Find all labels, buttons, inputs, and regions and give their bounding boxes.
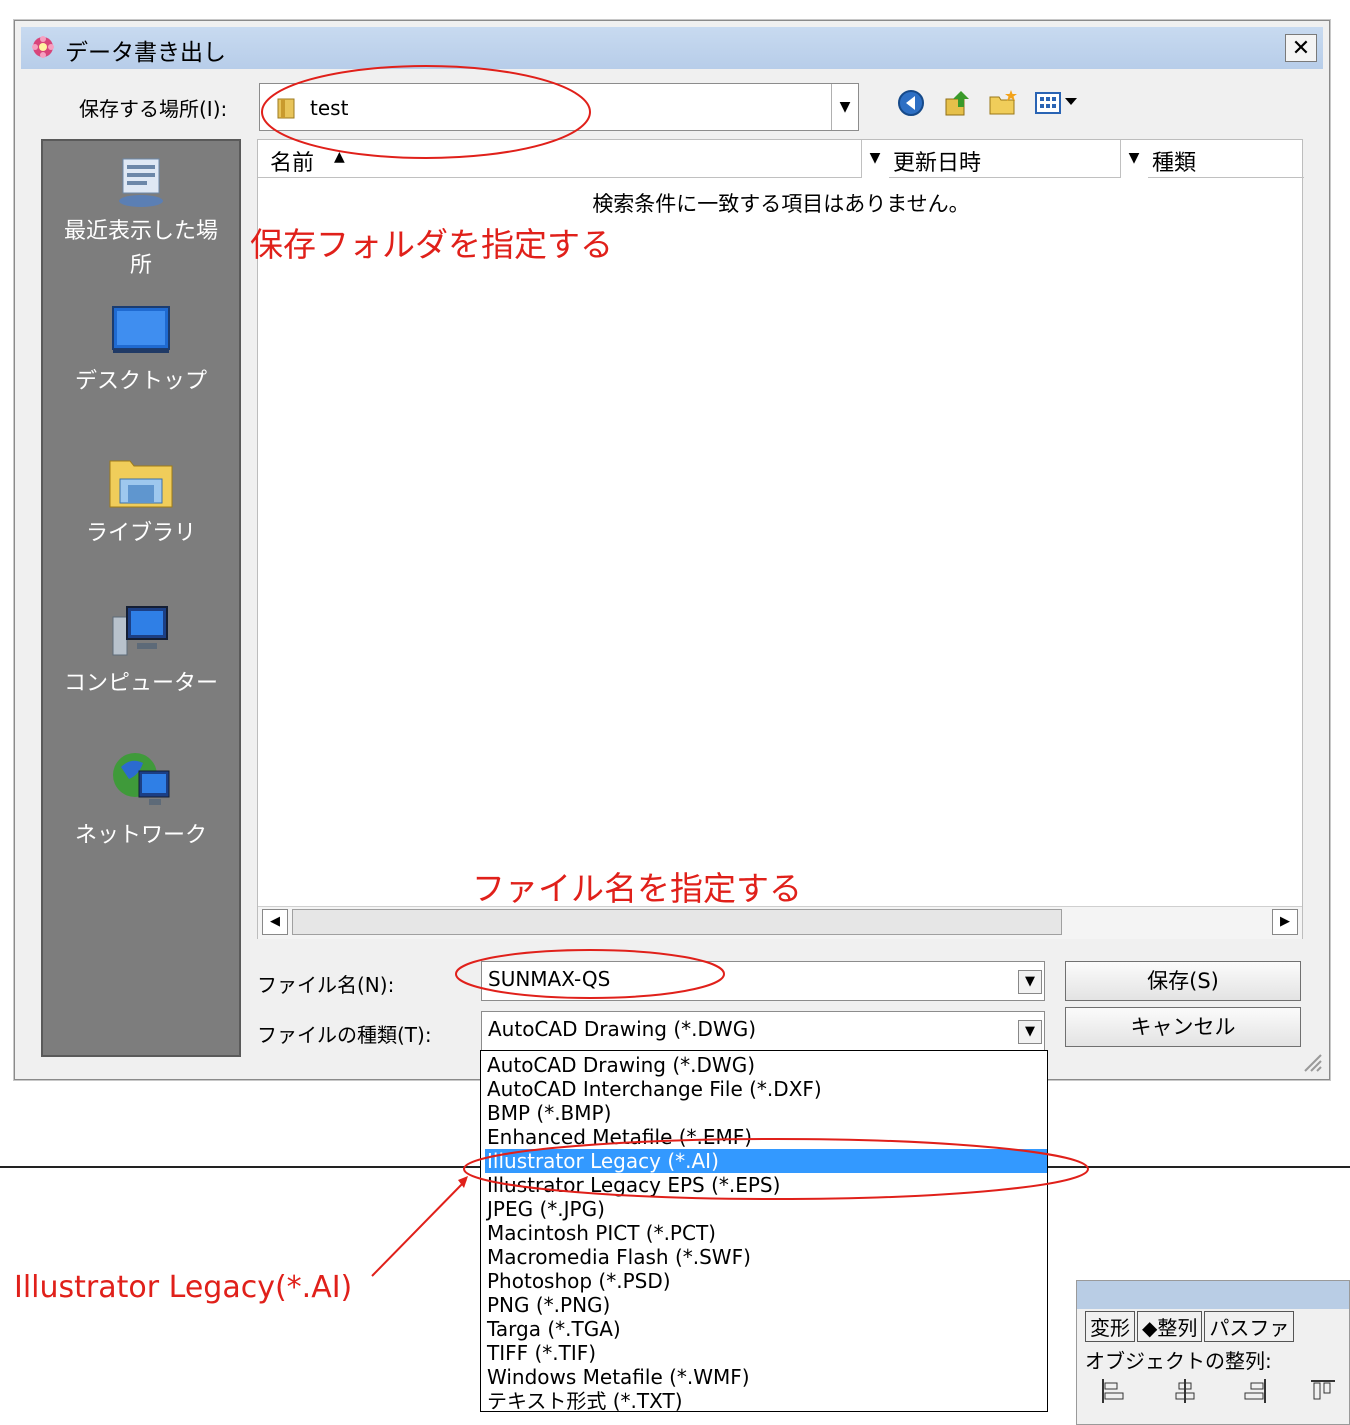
align-left-icon[interactable]	[1099, 1377, 1127, 1405]
annotation-overlay	[261, 65, 1089, 1277]
filename-annotation: ファイル名を指定する	[472, 869, 802, 908]
align-palette: 変形 ◆整列 パスファ オブジェクトの整列:	[1076, 1280, 1350, 1425]
format-annotation: Illustrator Legacy(*.AI)	[14, 1270, 353, 1305]
align-objects-label: オブジェクトの整列:	[1085, 1349, 1272, 1373]
align-hcenter-icon[interactable]	[1171, 1377, 1199, 1405]
align-right-icon[interactable]	[1241, 1377, 1269, 1405]
tab-align[interactable]: ◆整列	[1137, 1311, 1203, 1342]
format-highlight-ellipse	[463, 1138, 1089, 1200]
filename-highlight-ellipse	[455, 949, 725, 999]
location-highlight-ellipse	[261, 65, 591, 159]
palette-title-bar[interactable]	[1077, 1281, 1349, 1309]
tab-toggle-icon: ◆	[1142, 1316, 1158, 1340]
folder-annotation: 保存フォルダを指定する	[250, 225, 613, 264]
align-top-icon[interactable]	[1309, 1377, 1337, 1405]
tab-pathfinder[interactable]: パスファ	[1204, 1311, 1295, 1342]
tab-align-label: 整列	[1157, 1316, 1198, 1340]
annotation-arrow-line	[371, 1179, 467, 1277]
palette-tabs: 変形 ◆整列 パスファ	[1085, 1311, 1296, 1342]
tab-transform[interactable]: 変形	[1085, 1311, 1135, 1342]
